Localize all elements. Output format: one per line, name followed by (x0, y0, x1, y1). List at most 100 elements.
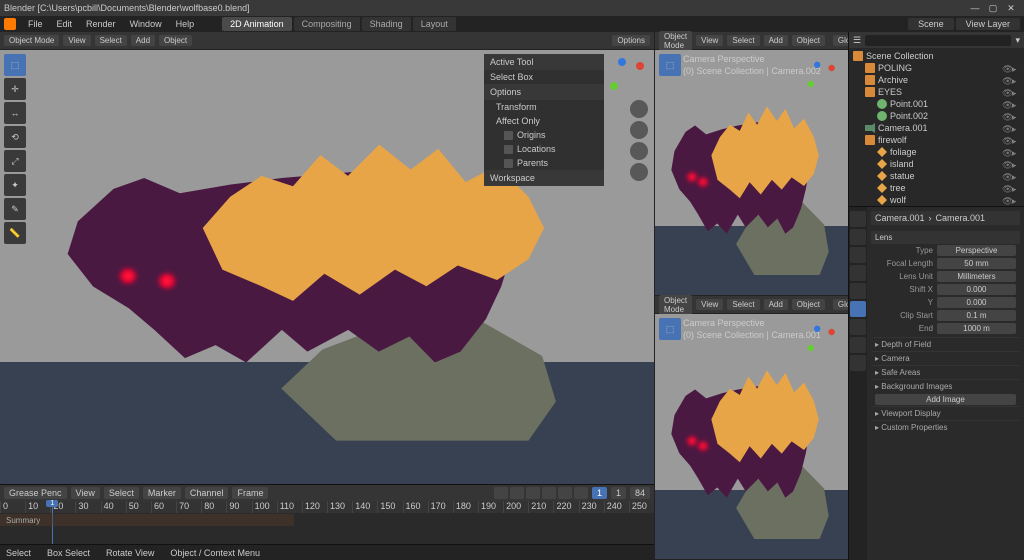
visibility-icon[interactable]: 👁 (1002, 184, 1010, 192)
camera-view-icon[interactable] (630, 142, 648, 160)
transform-tool[interactable]: ✦ (4, 174, 26, 196)
menu-add[interactable]: Add (131, 35, 155, 46)
vp3-select-tool[interactable]: ⬚ (659, 318, 681, 340)
timeline-ruler[interactable]: 0102030405060708090100110120130140150160… (0, 501, 654, 513)
selectable-icon[interactable]: ▸ (1012, 172, 1020, 180)
play-button[interactable] (542, 487, 556, 499)
main-viewport[interactable]: ⬚ ✛ ↔ ⟲ ⤢ ✦ ✎ 📏 Active Tool (0, 50, 654, 484)
tl-channel[interactable]: Channel (185, 487, 229, 499)
outliner-item[interactable]: POLING👁▸ (851, 62, 1022, 74)
prop-tab-modifiers[interactable] (850, 319, 866, 335)
minimize-button[interactable]: — (966, 1, 984, 15)
visibility-icon[interactable]: 👁 (1002, 160, 1010, 168)
pan-icon[interactable] (630, 121, 648, 139)
prop-tab-object-data[interactable] (850, 301, 866, 317)
vp2-select[interactable]: Select (727, 35, 759, 46)
play-reverse-button[interactable] (526, 487, 540, 499)
collapsed-section[interactable]: ▸ Depth of Field (871, 337, 1020, 351)
n-panel-options-head[interactable]: Options (484, 84, 604, 100)
menu-select[interactable]: Select (95, 35, 127, 46)
outliner-item[interactable]: foliage👁▸ (851, 146, 1022, 158)
prop-tab-viewlayer[interactable] (850, 247, 866, 263)
menu-file[interactable]: File (22, 17, 49, 31)
prop-tab-render[interactable] (850, 211, 866, 227)
selectable-icon[interactable]: ▸ (1012, 76, 1020, 84)
prop-value[interactable]: 1000 m (937, 323, 1016, 334)
outliner-search[interactable] (865, 35, 1011, 46)
add-image-button[interactable]: Add Image (875, 394, 1016, 405)
menu-view[interactable]: View (63, 35, 90, 46)
selectable-icon[interactable]: ▸ (1012, 136, 1020, 144)
visibility-icon[interactable]: 👁 (1002, 196, 1010, 204)
navigation-gizmo[interactable] (608, 56, 648, 96)
perspective-toggle-icon[interactable] (630, 163, 648, 181)
vp3-object[interactable]: Object (792, 299, 825, 310)
section-lens[interactable]: Lens (871, 231, 1020, 244)
measure-tool[interactable]: 📏 (4, 222, 26, 244)
workspace-tab-compositing[interactable]: Compositing (294, 17, 360, 31)
viewport-2[interactable]: ⬚ Camera Perspective(0) Scene Collection… (655, 50, 848, 295)
prop-value[interactable]: Perspective (937, 245, 1016, 256)
n-panel-active-tool-head[interactable]: Active Tool (484, 54, 604, 70)
menu-edit[interactable]: Edit (51, 17, 79, 31)
scene-selector[interactable]: Scene (908, 18, 954, 30)
tl-view[interactable]: View (71, 487, 100, 499)
outliner-item[interactable]: Archive👁▸ (851, 74, 1022, 86)
outliner-item[interactable]: wolf👁▸ (851, 194, 1022, 206)
props-breadcrumb[interactable]: Camera.001 › Camera.001 (871, 211, 1020, 225)
selectable-icon[interactable]: ▸ (1012, 148, 1020, 156)
visibility-icon[interactable]: 👁 (1002, 124, 1010, 132)
collapsed-section[interactable]: ▸ Background Images (871, 379, 1020, 393)
locations-checkbox[interactable] (504, 145, 513, 154)
current-frame[interactable]: 1 (592, 487, 607, 499)
visibility-icon[interactable]: 👁 (1002, 112, 1010, 120)
n-panel-workspace-head[interactable]: Workspace (484, 170, 604, 186)
menu-render[interactable]: Render (80, 17, 122, 31)
workspace-tab-layout[interactable]: Layout (413, 17, 456, 31)
origins-checkbox[interactable] (504, 131, 513, 140)
prop-value[interactable]: 0.000 (937, 284, 1016, 295)
vp3-select[interactable]: Select (727, 299, 759, 310)
prop-tab-physics[interactable] (850, 337, 866, 353)
collapsed-section[interactable]: ▸ Safe Areas (871, 365, 1020, 379)
filter-icon[interactable]: ▾ (1015, 35, 1020, 46)
vp3-add[interactable]: Add (764, 299, 788, 310)
vp2-view[interactable]: View (696, 35, 723, 46)
next-key-button[interactable] (558, 487, 572, 499)
summary-row[interactable]: Summary (0, 514, 294, 526)
outliner-item[interactable]: Camera.001👁▸ (851, 122, 1022, 134)
vp3-gizmo[interactable] (806, 324, 838, 356)
select-box-tool[interactable]: ⬚ (4, 54, 26, 76)
collapsed-section[interactable]: ▸ Camera (871, 351, 1020, 365)
outliner-item[interactable]: statue👁▸ (851, 170, 1022, 182)
visibility-icon[interactable]: 👁 (1002, 148, 1010, 156)
outliner-item[interactable]: Point.002👁▸ (851, 110, 1022, 122)
selectable-icon[interactable]: ▸ (1012, 64, 1020, 72)
viewlayer-selector[interactable]: View Layer (956, 18, 1020, 30)
jump-start-button[interactable] (494, 487, 508, 499)
prev-key-button[interactable] (510, 487, 524, 499)
outliner-item[interactable]: firewolf👁▸ (851, 134, 1022, 146)
visibility-icon[interactable]: 👁 (1002, 88, 1010, 96)
start-frame[interactable]: 1 (611, 487, 626, 499)
tl-select[interactable]: Select (104, 487, 139, 499)
vp2-add[interactable]: Add (764, 35, 788, 46)
collapsed-section[interactable]: ▸ Custom Properties (871, 420, 1020, 434)
rotate-tool[interactable]: ⟲ (4, 126, 26, 148)
vp2-gizmo[interactable] (806, 60, 838, 92)
selectable-icon[interactable]: ▸ (1012, 88, 1020, 96)
vp2-select-tool[interactable]: ⬚ (659, 54, 681, 76)
prop-tab-constraints[interactable] (850, 355, 866, 371)
selectable-icon[interactable]: ▸ (1012, 100, 1020, 108)
move-tool[interactable]: ↔ (4, 102, 26, 124)
scale-tool[interactable]: ⤢ (4, 150, 26, 172)
prop-tab-world[interactable] (850, 283, 866, 299)
prop-value[interactable]: 50 mm (937, 258, 1016, 269)
menu-help[interactable]: Help (170, 17, 201, 31)
end-frame[interactable]: 84 (630, 487, 650, 499)
prop-value[interactable]: 0.1 m (937, 310, 1016, 321)
zoom-icon[interactable] (630, 100, 648, 118)
parents-checkbox[interactable] (504, 159, 513, 168)
mode-selector[interactable]: Object Mode (4, 35, 59, 46)
cursor-tool[interactable]: ✛ (4, 78, 26, 100)
